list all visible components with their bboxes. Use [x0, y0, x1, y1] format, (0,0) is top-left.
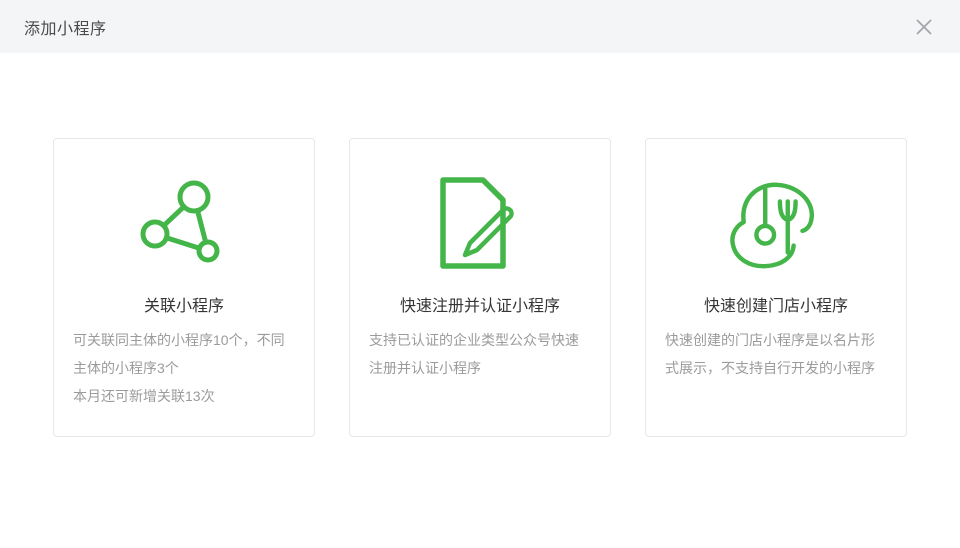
card-description: 可关联同主体的小程序10个，不同主体的小程序3个本月还可新增关联13次 — [73, 326, 295, 410]
card-desc-line: 支持已认证的企业类型公众号快速注册并认证小程序 — [369, 326, 591, 382]
miniprogram-option-card[interactable]: 快速注册并认证小程序 支持已认证的企业类型公众号快速注册并认证小程序 — [349, 138, 611, 437]
card-description: 支持已认证的企业类型公众号快速注册并认证小程序 — [369, 326, 591, 382]
register-doc-pencil-icon — [438, 176, 522, 270]
miniprogram-option-card[interactable]: 关联小程序 可关联同主体的小程序10个，不同主体的小程序3个本月还可新增关联13… — [53, 138, 315, 437]
dialog-header: 添加小程序 — [0, 0, 960, 53]
link-nodes-icon — [138, 177, 230, 269]
card-desc-line: 快速创建的门店小程序是以名片形式展示，不支持自行开发的小程序 — [665, 326, 887, 382]
close-button[interactable] — [910, 13, 938, 41]
card-title: 快速注册并认证小程序 — [369, 295, 591, 319]
card-description: 快速创建的门店小程序是以名片形式展示，不支持自行开发的小程序 — [665, 326, 887, 382]
card-icon-box — [369, 157, 591, 289]
card-title: 快速创建门店小程序 — [665, 295, 887, 319]
card-desc-line: 可关联同主体的小程序10个，不同主体的小程序3个 — [73, 326, 295, 382]
card-icon-box — [665, 157, 887, 289]
card-list: 关联小程序 可关联同主体的小程序10个，不同主体的小程序3个本月还可新增关联13… — [0, 138, 960, 437]
card-desc-line: 本月还可新增关联13次 — [73, 382, 295, 410]
dialog-title: 添加小程序 — [24, 15, 107, 39]
card-title: 关联小程序 — [73, 295, 295, 319]
add-miniprogram-dialog: 添加小程序 关联小程序 可关 — [0, 0, 960, 548]
miniprogram-option-card[interactable]: 快速创建门店小程序 快速创建的门店小程序是以名片形式展示，不支持自行开发的小程序 — [645, 138, 907, 437]
store-fork-icon — [727, 175, 825, 271]
close-icon — [915, 18, 933, 36]
card-icon-box — [73, 157, 295, 289]
